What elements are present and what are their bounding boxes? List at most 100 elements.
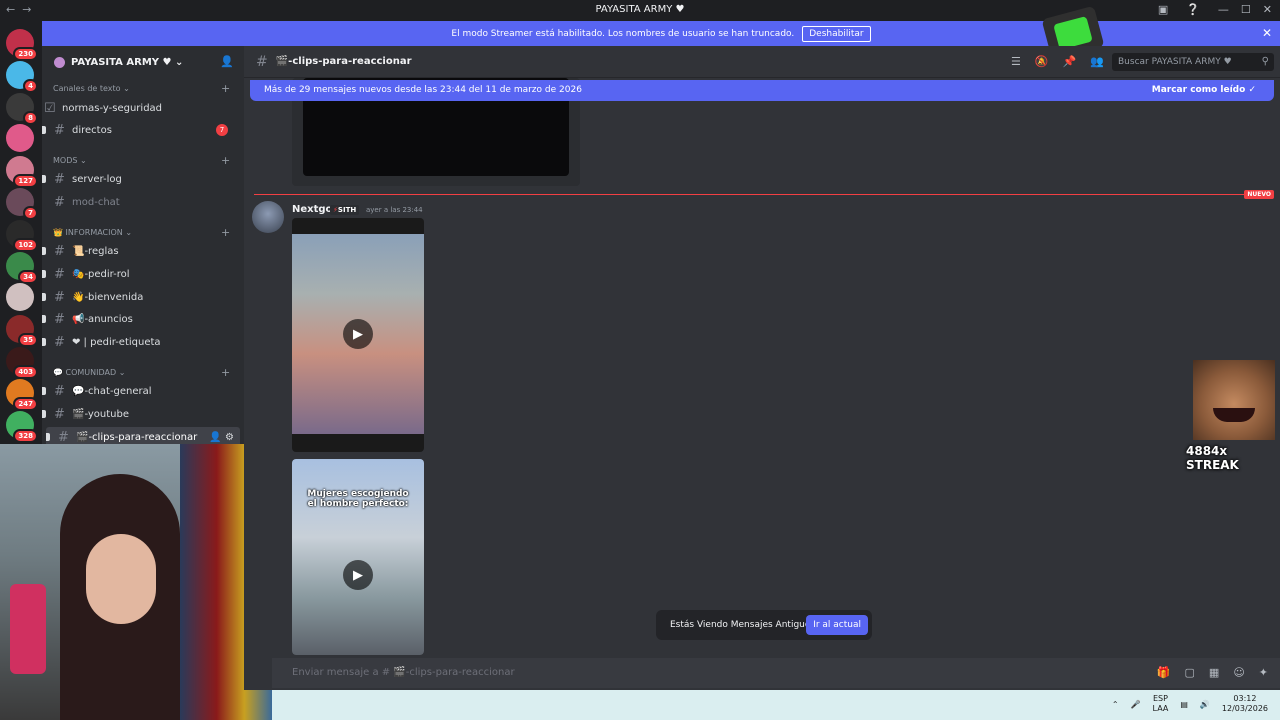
old-messages-text: Estás Viendo Mensajes Antiguos: [670, 620, 816, 630]
unread-badge: 7: [23, 206, 38, 220]
category-informacion[interactable]: 👑 INFORMACION ⌄ +: [53, 226, 230, 239]
channel-normas[interactable]: ☑ normas-y-seguridad: [42, 98, 238, 118]
microphone-icon[interactable]: 🎤: [1131, 700, 1141, 709]
server-icon[interactable]: 102: [6, 219, 38, 252]
channel-chat-general[interactable]: # 💬-chat-general: [42, 381, 238, 401]
tray-chevron-icon[interactable]: ⌃: [1112, 700, 1119, 709]
new-messages-bar[interactable]: Más de 29 mensajes nuevos desde las 23:4…: [250, 80, 1274, 101]
unread-badge: 102: [13, 237, 38, 252]
play-icon[interactable]: ▶: [343, 560, 373, 590]
threads-icon[interactable]: ☰: [1011, 55, 1021, 68]
invite-icon[interactable]: 👤: [209, 432, 221, 443]
channel-title: 🎬-clips-para-reaccionar: [275, 56, 412, 67]
gif-icon[interactable]: ▢: [1185, 666, 1195, 679]
hash-icon: #: [54, 266, 65, 282]
webcam-overlay: [0, 444, 272, 720]
streak-image: [1193, 360, 1275, 440]
mark-as-read-button[interactable]: Marcar como leído ✓: [1152, 85, 1256, 95]
server-icon[interactable]: 4: [6, 60, 38, 93]
add-channel-icon[interactable]: +: [221, 366, 230, 379]
avatar[interactable]: [252, 201, 284, 233]
gift-icon[interactable]: 🎁: [1157, 666, 1171, 679]
channel-mod-chat[interactable]: # mod-chat: [42, 192, 238, 212]
server-icon[interactable]: 7: [6, 188, 38, 220]
channel-youtube[interactable]: # 🎬-youtube: [42, 404, 238, 424]
channel-anuncios[interactable]: # 📢-anuncios: [42, 309, 238, 329]
new-tag: NUEVO: [1244, 190, 1274, 199]
guild-header[interactable]: PAYASITA ARMY ♥ ⌄ 👤: [42, 46, 244, 78]
maximize-button[interactable]: ☐: [1241, 3, 1251, 16]
volume-icon[interactable]: 🔊: [1200, 700, 1210, 709]
category-mods[interactable]: MODS ⌄ +: [53, 154, 230, 167]
category-text-channels[interactable]: Canales de texto ⌄ +: [53, 82, 230, 95]
video-caption: Mujeres escogiendo el hombre perfecto:: [307, 489, 409, 509]
hash-icon: #: [256, 53, 268, 70]
jump-to-present-button[interactable]: Ir al actual: [806, 615, 868, 635]
search-icon: ⚲: [1261, 56, 1269, 67]
network-icon[interactable]: ▤: [1180, 700, 1188, 709]
new-messages-text: Más de 29 mensajes nuevos desde las 23:4…: [264, 85, 582, 95]
hash-icon: #: [54, 406, 65, 422]
server-icon[interactable]: 247: [6, 378, 38, 411]
minimize-button[interactable]: —: [1218, 3, 1229, 16]
channel-pedir-etiqueta[interactable]: # ❤ | pedir-etiqueta: [42, 332, 238, 352]
server-icon[interactable]: 230: [6, 29, 38, 61]
channel-bienvenida[interactable]: # 👋-bienvenida: [42, 287, 238, 307]
server-icon[interactable]: [6, 124, 34, 153]
streamer-mode-text: El modo Streamer está habilitado. Los no…: [451, 28, 795, 39]
clock[interactable]: 03:12 12/03/2026: [1222, 694, 1268, 714]
rules-icon: ☑: [44, 100, 56, 116]
server-icon[interactable]: 328: [6, 410, 38, 443]
help-icon[interactable]: ❔: [1186, 3, 1200, 16]
gear-icon[interactable]: ⚙: [225, 432, 234, 443]
emoji-icon[interactable]: ☺: [1233, 666, 1244, 679]
invite-icon[interactable]: 👤: [220, 55, 234, 68]
server-icon[interactable]: 403: [6, 347, 38, 379]
unread-badge: 247: [13, 396, 38, 411]
message-author[interactable]: Nextgo: [292, 204, 332, 215]
close-button[interactable]: ✕: [1263, 3, 1272, 16]
hash-icon: #: [54, 289, 65, 305]
channel-directos[interactable]: # directos 7: [42, 120, 238, 140]
hash-icon: #: [58, 429, 69, 445]
hash-icon: #: [54, 383, 65, 399]
unread-badge: 230: [13, 47, 38, 61]
unread-badge: 4: [23, 78, 38, 93]
message-timestamp: ayer a las 23:44: [366, 206, 423, 214]
channel-pedir-rol[interactable]: # 🎭-pedir-rol: [42, 264, 238, 284]
server-icon[interactable]: 127: [6, 156, 38, 189]
add-channel-icon[interactable]: +: [221, 154, 230, 167]
server-icon[interactable]: 35: [6, 315, 38, 348]
video-attachment-1[interactable]: ▶: [292, 218, 424, 452]
message-area: Más de 29 mensajes nuevos desde las 23:4…: [244, 78, 1280, 690]
channel-server-log[interactable]: # server-log: [42, 169, 238, 189]
disable-streamer-button[interactable]: Deshabilitar: [802, 25, 871, 42]
members-icon[interactable]: 👥: [1090, 55, 1104, 68]
pin-icon[interactable]: 📌: [1063, 55, 1077, 68]
message-input[interactable]: Enviar mensaje a # 🎬-clips-para-reaccion…: [292, 667, 515, 678]
play-icon[interactable]: ▶: [343, 319, 373, 349]
video-attachment-2[interactable]: Mujeres escogiendo el hombre perfecto: ▶: [292, 459, 424, 655]
old-messages-banner: Estás Viendo Mensajes Antiguos Ir al act…: [656, 610, 872, 640]
channel-sidebar: PAYASITA ARMY ♥ ⌄ 👤 Canales de texto ⌄ + …: [42, 46, 244, 447]
category-comunidad[interactable]: 💬 COMUNIDAD ⌄ +: [53, 366, 230, 379]
server-icon[interactable]: 34: [6, 251, 38, 284]
add-channel-icon[interactable]: +: [221, 226, 230, 239]
channel-reglas[interactable]: # 📜-reglas: [42, 241, 238, 261]
hash-icon: #: [54, 171, 65, 187]
add-channel-icon[interactable]: +: [221, 82, 230, 95]
guild-name: PAYASITA ARMY ♥: [71, 56, 172, 68]
server-icon[interactable]: [6, 283, 34, 312]
unread-badge: 403: [13, 365, 38, 379]
new-messages-divider: [254, 194, 1274, 195]
inbox-icon[interactable]: ▣: [1158, 3, 1168, 16]
apps-icon[interactable]: ✦: [1259, 666, 1268, 679]
search-input[interactable]: Buscar PAYASITA ARMY ♥ ⚲: [1112, 53, 1274, 71]
close-streamer-bar-icon[interactable]: ✕: [1262, 26, 1272, 40]
language-indicator[interactable]: ESP LAA: [1153, 694, 1169, 714]
message-composer[interactable]: Enviar mensaje a # 🎬-clips-para-reaccion…: [272, 658, 1280, 688]
sticker-icon[interactable]: ▦: [1209, 666, 1219, 679]
mute-bell-icon[interactable]: 🔕: [1035, 55, 1049, 68]
server-icon[interactable]: 8: [6, 92, 38, 125]
hash-icon: #: [54, 194, 65, 210]
